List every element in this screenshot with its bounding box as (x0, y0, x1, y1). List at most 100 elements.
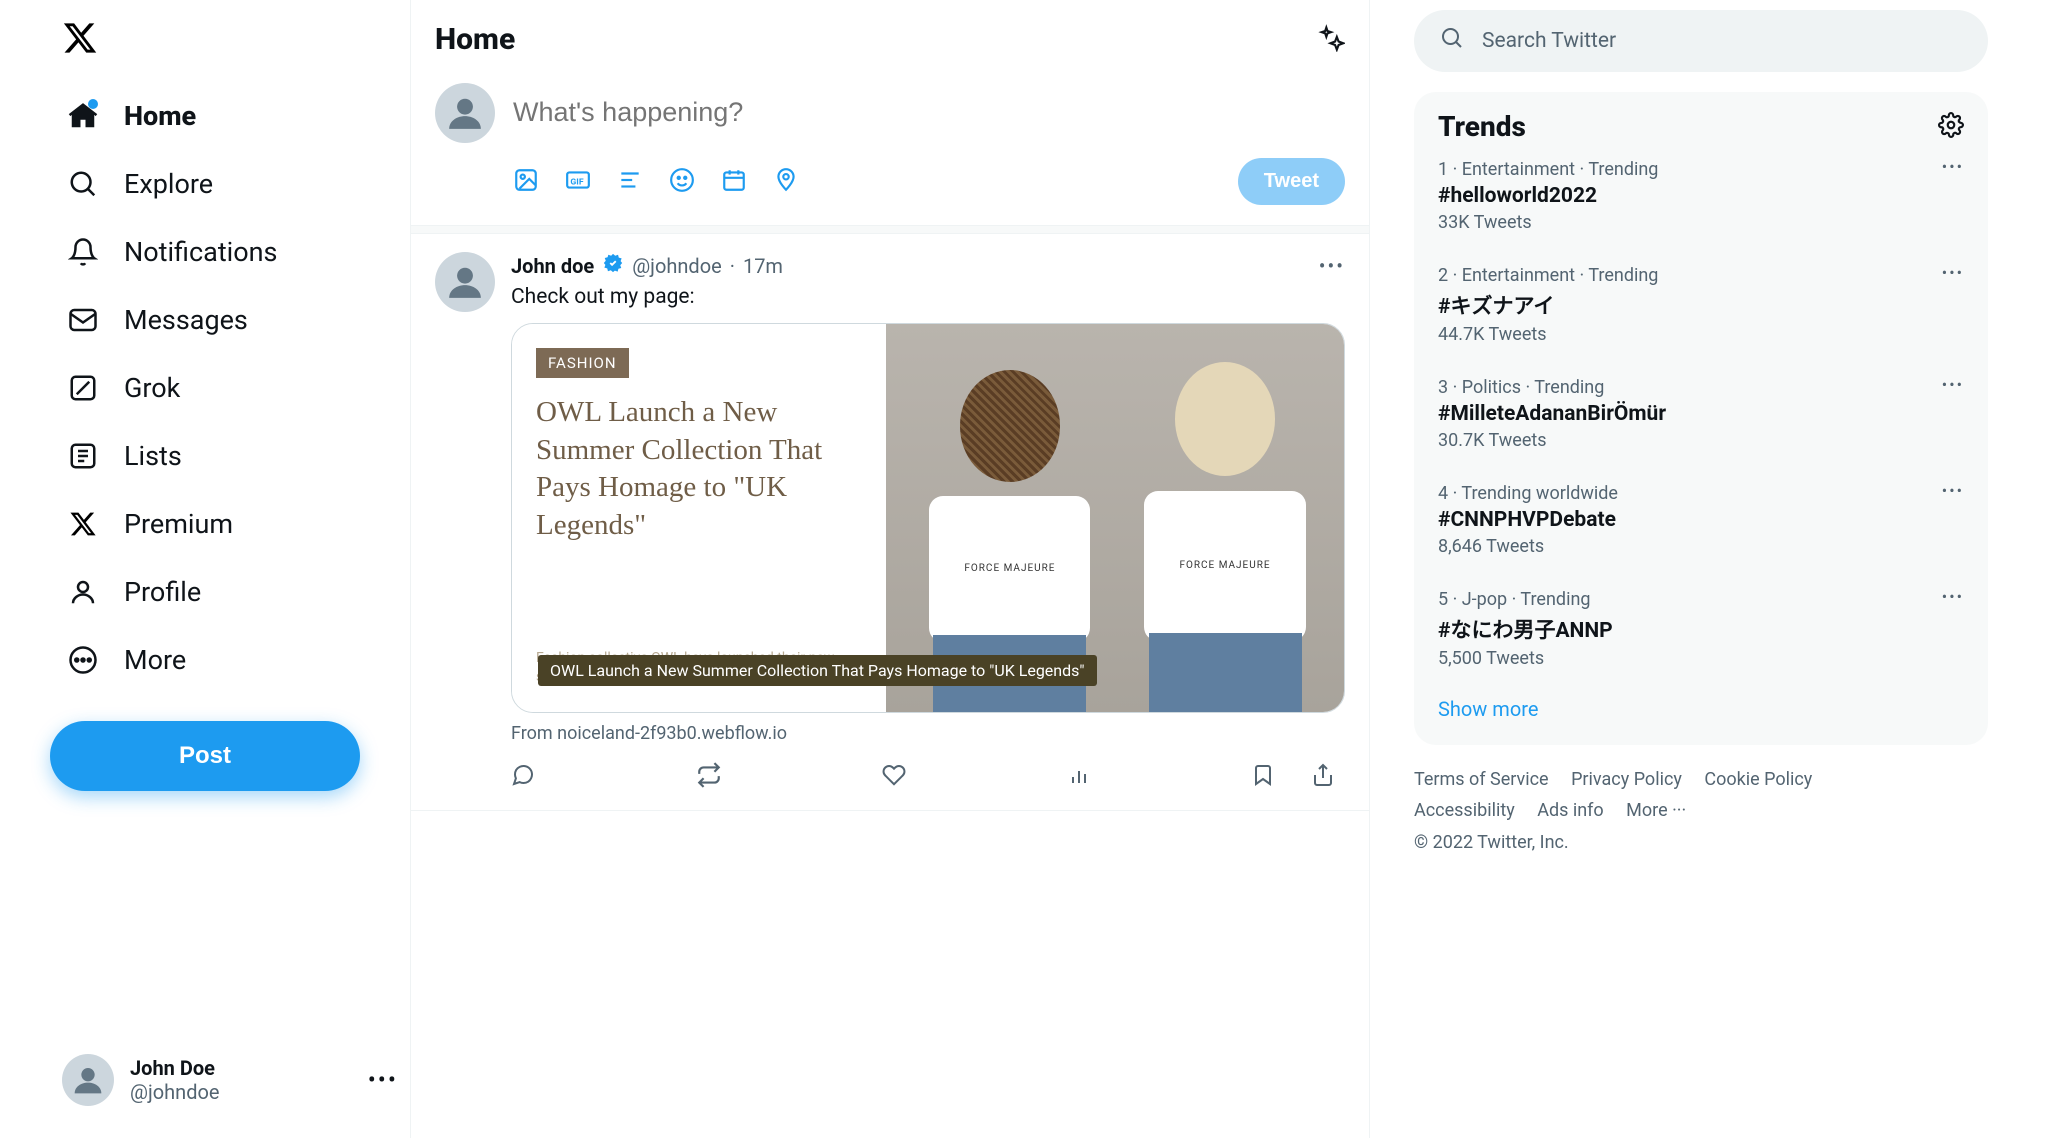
trend-tag: #MilleteAdananBirÖmür (1438, 402, 1964, 426)
person-icon (66, 575, 100, 609)
trend-more-icon[interactable]: ••• (1942, 157, 1964, 176)
list-icon (66, 439, 100, 473)
trend-tag: #CNNPHVPDebate (1438, 508, 1964, 532)
display-name: John Doe (130, 1056, 220, 1080)
schedule-icon[interactable] (721, 167, 747, 197)
tweet-text: Check out my page: (511, 285, 1345, 309)
verified-badge-icon (602, 252, 624, 279)
location-icon[interactable] (773, 167, 799, 197)
nav-label: Lists (124, 440, 182, 472)
footer-link[interactable]: Ads info (1537, 800, 1604, 821)
trend-meta: 1 · Entertainment · Trending (1438, 159, 1964, 180)
bell-icon (66, 235, 100, 269)
like-icon[interactable] (882, 763, 906, 791)
settings-icon[interactable] (1938, 112, 1964, 142)
nav-lists[interactable]: Lists (50, 425, 410, 487)
trend-tag: #なにわ男子ANNP (1438, 614, 1964, 644)
trend-item[interactable]: 3 · Politics · Trending #MilleteAdananBi… (1438, 361, 1964, 467)
trend-more-icon[interactable]: ••• (1942, 587, 1964, 606)
trend-meta: 5 · J-pop · Trending (1438, 589, 1964, 610)
bookmark-icon[interactable] (1251, 763, 1275, 791)
footer-link[interactable]: Accessibility (1414, 800, 1515, 821)
more-icon[interactable]: ••• (368, 1066, 398, 1094)
author-handle[interactable]: @johndoe (632, 254, 722, 278)
image-icon[interactable] (513, 167, 539, 197)
nav-home[interactable]: Home (50, 85, 410, 147)
trend-tag: #helloworld2022 (1438, 184, 1964, 208)
composer-input[interactable] (513, 83, 1345, 158)
author-name[interactable]: John doe (511, 254, 594, 278)
trend-more-icon[interactable]: ••• (1942, 263, 1964, 282)
nav-explore[interactable]: Explore (50, 153, 410, 215)
trend-more-icon[interactable]: ••• (1942, 481, 1964, 500)
nav-messages[interactable]: Messages (50, 289, 410, 351)
nav-label: More (124, 644, 186, 676)
nav-label: Explore (124, 168, 213, 200)
trend-item[interactable]: 4 · Trending worldwide #CNNPHVPDebate 8,… (1438, 467, 1964, 573)
x-logo-icon (62, 20, 98, 56)
trend-item[interactable]: 1 · Entertainment · Trending #helloworld… (1438, 143, 1964, 249)
gif-icon[interactable]: GIF (565, 167, 591, 197)
tweet-more-icon[interactable]: ••• (1319, 254, 1345, 278)
avatar[interactable] (435, 252, 495, 312)
nav-label: Profile (124, 576, 201, 608)
trend-meta: 3 · Politics · Trending (1438, 377, 1964, 398)
trends-title: Trends (1438, 110, 1526, 143)
sparkle-icon[interactable] (1317, 24, 1345, 56)
trend-count: 5,500 Tweets (1438, 648, 1964, 669)
retweet-icon[interactable] (696, 762, 722, 792)
nav-list: Home Explore Notifications Messages Grok… (50, 85, 410, 691)
trend-count: 44.7K Tweets (1438, 324, 1964, 345)
trend-count: 33K Tweets (1438, 212, 1964, 233)
emoji-icon[interactable] (669, 167, 695, 197)
nav-grok[interactable]: Grok (50, 357, 410, 419)
trend-item[interactable]: 5 · J-pop · Trending #なにわ男子ANNP 5,500 Tw… (1438, 573, 1964, 685)
trend-meta: 4 · Trending worldwide (1438, 483, 1964, 504)
share-icon[interactable] (1311, 763, 1335, 791)
nav-notifications[interactable]: Notifications (50, 221, 410, 283)
account-switcher[interactable]: John Doe @johndoe ••• (50, 1042, 410, 1118)
tweet-header: John doe @johndoe · 17m ••• (511, 252, 1345, 279)
footer-link[interactable]: Privacy Policy (1571, 769, 1682, 790)
timestamp[interactable]: 17m (743, 254, 783, 278)
reply-icon[interactable] (511, 763, 535, 791)
main-header: Home (411, 0, 1369, 67)
link-card[interactable]: FASHION OWL Launch a New Summer Collecti… (511, 323, 1345, 713)
post-button[interactable]: Post (50, 721, 360, 791)
trend-meta: 2 · Entertainment · Trending (1438, 265, 1964, 286)
nav-label: Home (124, 100, 196, 132)
trend-item[interactable]: 2 · Entertainment · Trending #キズナアイ 44.7… (1438, 249, 1964, 361)
nav-premium[interactable]: Premium (50, 493, 410, 555)
footer-link[interactable]: Terms of Service (1414, 769, 1549, 790)
main-column: Home GIF Tweet (410, 0, 1370, 1138)
nav-label: Premium (124, 508, 233, 540)
avatar[interactable] (435, 83, 495, 143)
footer: Terms of Service Privacy Policy Cookie P… (1414, 765, 1988, 859)
svg-text:GIF: GIF (570, 177, 583, 187)
nav-more[interactable]: More (50, 629, 410, 691)
footer-link[interactable]: Cookie Policy (1704, 769, 1812, 790)
search-icon (1440, 26, 1464, 56)
right-column: Search Twitter Trends 1 · Entertainment … (1370, 0, 2048, 1138)
search-icon (66, 167, 100, 201)
composer-toolbar: GIF (513, 167, 799, 197)
account-names: John Doe @johndoe (130, 1056, 220, 1104)
logo[interactable] (50, 10, 410, 85)
notification-dot (88, 99, 98, 109)
card-title: OWL Launch a New Summer Collection That … (536, 394, 862, 545)
footer-link[interactable]: More ··· (1626, 800, 1686, 821)
grok-icon (66, 371, 100, 405)
trend-count: 30.7K Tweets (1438, 430, 1964, 451)
views-icon[interactable] (1067, 763, 1091, 791)
show-more-link[interactable]: Show more (1438, 685, 1964, 727)
trend-more-icon[interactable]: ••• (1942, 375, 1964, 394)
tweet-actions (511, 762, 1345, 792)
search-box[interactable]: Search Twitter (1414, 10, 1988, 72)
sidebar: Home Explore Notifications Messages Grok… (0, 0, 410, 1138)
more-circle-icon (66, 643, 100, 677)
page-title: Home (435, 22, 515, 57)
poll-icon[interactable] (617, 167, 643, 197)
tweet-button[interactable]: Tweet (1238, 158, 1345, 205)
nav-profile[interactable]: Profile (50, 561, 410, 623)
mail-icon (66, 303, 100, 337)
